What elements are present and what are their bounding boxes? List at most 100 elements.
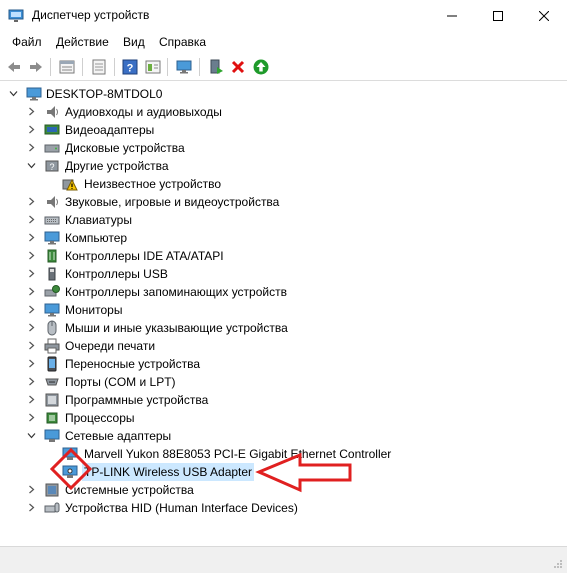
monitor-icon (44, 303, 60, 317)
expand-icon[interactable] (27, 287, 36, 296)
minimize-button[interactable] (429, 0, 475, 32)
warning-device-icon (62, 178, 78, 191)
device-tree[interactable]: DESKTOP-8MTDOL0 Аудиовходы и аудиовыходы… (0, 81, 567, 546)
minimize-icon (447, 15, 457, 17)
expand-icon[interactable] (27, 197, 36, 206)
back-button[interactable] (5, 58, 23, 76)
tree-item[interactable]: Контроллеры IDE ATA/ATAPI (0, 247, 567, 265)
window-title: Диспетчер устройств (32, 8, 150, 22)
tree-item-label: TP-LINK Wireless USB Adapter (82, 463, 255, 481)
tree-item[interactable]: Аудиовходы и аудиовыходы (0, 103, 567, 121)
status-bar (0, 546, 567, 573)
port-icon (45, 378, 59, 386)
tree-item[interactable]: Порты (COM и LPT) (0, 373, 567, 391)
tree-item-child[interactable]: Неизвестное устройство (0, 175, 567, 193)
storage-icon (44, 285, 60, 297)
expand-icon[interactable] (27, 485, 36, 494)
menu-help[interactable]: Справка (159, 35, 206, 49)
tree-item[interactable]: Сетевые адаптеры (0, 427, 567, 445)
tree-item[interactable]: Дисковые устройства (0, 139, 567, 157)
tree-item[interactable]: Мониторы (0, 301, 567, 319)
ide-icon (47, 249, 57, 263)
tree-item[interactable]: Клавиатуры (0, 211, 567, 229)
usb-icon (48, 267, 56, 281)
network-card-icon (62, 465, 78, 478)
uninstall-button[interactable] (229, 58, 247, 76)
help-button[interactable]: ? (121, 58, 139, 76)
tree-item[interactable]: Звуковые, игровые и видеоустройства (0, 193, 567, 211)
expand-icon[interactable] (27, 323, 36, 332)
close-button[interactable] (521, 0, 567, 32)
sound-icon (47, 196, 58, 208)
tree-item-label: Устройства HID (Human Interface Devices) (65, 501, 298, 515)
tree-item-label: Программные устройства (65, 393, 209, 407)
tree-item-label: Процессоры (65, 411, 135, 425)
tree-item-label: Marvell Yukon 88E8053 PCI-E Gigabit Ethe… (84, 447, 392, 461)
menu-file[interactable]: Файл (12, 35, 42, 49)
view-button[interactable] (144, 58, 162, 76)
collapse-icon[interactable] (27, 431, 36, 440)
maximize-button[interactable] (475, 0, 521, 32)
expand-icon[interactable] (27, 359, 36, 368)
other-devices-icon: ? (45, 160, 59, 172)
toolbar: ? (0, 54, 567, 81)
tree-item[interactable]: Мыши и иные указывающие устройства (0, 319, 567, 337)
tree-item-child[interactable]: Marvell Yukon 88E8053 PCI-E Gigabit Ethe… (0, 445, 567, 463)
expand-icon[interactable] (27, 269, 36, 278)
tree-item-label: Контроллеры IDE ATA/ATAPI (65, 249, 224, 263)
expand-icon[interactable] (27, 395, 36, 404)
tree-item[interactable]: Видеоадаптеры (0, 121, 567, 139)
tree-item-label: Контроллеры запоминающих устройств (65, 285, 287, 299)
tree-item-label: Неизвестное устройство (84, 177, 222, 191)
expand-icon[interactable] (27, 503, 36, 512)
resize-grip-icon[interactable] (553, 559, 563, 569)
expand-icon[interactable] (27, 251, 36, 260)
enable-device-button[interactable] (252, 58, 270, 76)
tree-item[interactable]: Контроллеры запоминающих устройств (0, 283, 567, 301)
menu-action[interactable]: Действие (56, 35, 109, 49)
tree-item[interactable]: Очереди печати (0, 337, 567, 355)
expand-icon[interactable] (27, 341, 36, 350)
tree-item-label: Дисковые устройства (65, 141, 185, 155)
back-icon (8, 62, 20, 72)
software-icon (45, 393, 59, 407)
tree-item[interactable]: Программные устройства (0, 391, 567, 409)
expand-icon[interactable] (27, 143, 36, 152)
tree-item-child-selected[interactable]: TP-LINK Wireless USB Adapter (0, 463, 567, 481)
expand-icon[interactable] (27, 377, 36, 386)
keyboard-icon (44, 216, 60, 225)
properties-button[interactable] (58, 58, 76, 76)
expand-icon[interactable] (27, 125, 36, 134)
display-adapter-icon (44, 124, 60, 135)
tree-item-label: Звуковые, игровые и видеоустройства (65, 195, 280, 209)
cpu-icon (46, 412, 58, 424)
computer-icon (44, 231, 60, 245)
toolbar-separator (199, 58, 200, 76)
forward-button[interactable] (27, 58, 45, 76)
tree-item[interactable]: Процессоры (0, 409, 567, 427)
tree-item[interactable]: Контроллеры USB (0, 265, 567, 283)
expand-icon[interactable] (27, 233, 36, 242)
scan-hardware-button[interactable] (207, 58, 225, 76)
menu-view[interactable]: Вид (123, 35, 145, 49)
tree-item[interactable]: Переносные устройства (0, 355, 567, 373)
network-icon (44, 429, 60, 442)
expand-icon[interactable] (27, 413, 36, 422)
collapse-icon[interactable] (27, 161, 36, 170)
tree-root[interactable]: DESKTOP-8MTDOL0 (0, 85, 567, 103)
update-driver-button[interactable] (90, 58, 108, 76)
expand-icon[interactable] (27, 215, 36, 224)
tree-item[interactable]: Устройства HID (Human Interface Devices) (0, 499, 567, 517)
tree-item-label: Аудиовходы и аудиовыходы (65, 105, 222, 119)
expand-icon[interactable] (27, 305, 36, 314)
tree-item[interactable]: ? Другие устройства (0, 157, 567, 175)
monitor-button[interactable] (175, 58, 193, 76)
expand-icon[interactable] (27, 107, 36, 116)
tree-item[interactable]: Системные устройства (0, 481, 567, 499)
collapse-icon[interactable] (9, 89, 18, 98)
audio-icon (47, 106, 58, 118)
tree-item[interactable]: Компьютер (0, 229, 567, 247)
view-icon (145, 60, 161, 74)
tree-item-label: Переносные устройства (65, 357, 201, 371)
tree-item-label: Мыши и иные указывающие устройства (65, 321, 288, 335)
